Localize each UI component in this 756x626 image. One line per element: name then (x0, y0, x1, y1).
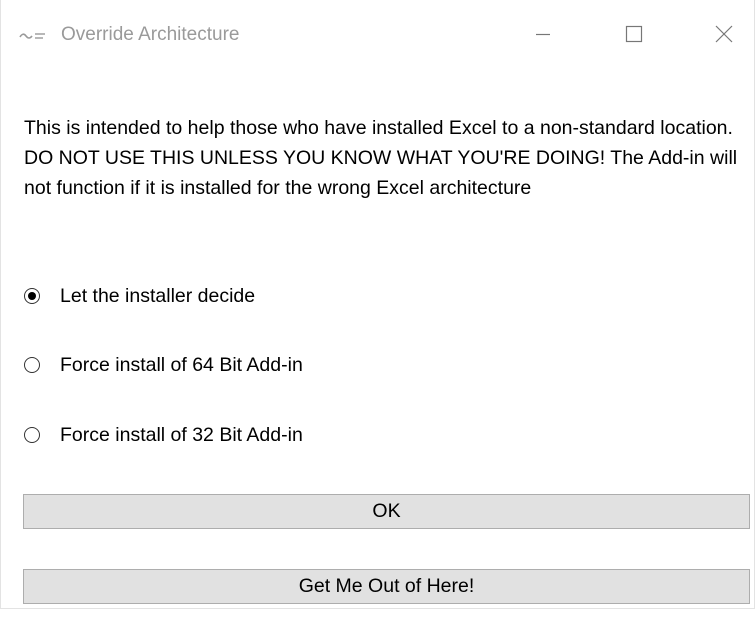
minimize-icon (533, 24, 553, 49)
minimize-button[interactable] (513, 0, 573, 72)
close-button[interactable] (694, 0, 754, 72)
maximize-icon (624, 24, 644, 49)
radio-let-installer-decide[interactable]: Let the installer decide (24, 283, 255, 309)
radio-force-32-bit[interactable]: Force install of 32 Bit Add-in (24, 422, 303, 448)
radio-label[interactable]: Force install of 32 Bit Add-in (60, 424, 303, 447)
close-icon (714, 24, 734, 49)
override-architecture-window: Override Architecture This is intended t… (0, 0, 755, 609)
title-bar[interactable]: Override Architecture (1, 0, 754, 72)
ok-button[interactable]: OK (23, 494, 750, 529)
radio-force-64-bit[interactable]: Force install of 64 Bit Add-in (24, 352, 303, 378)
radio-label[interactable]: Let the installer decide (60, 285, 255, 308)
radio-unselected-icon[interactable] (24, 427, 40, 443)
radio-selected-icon[interactable] (24, 288, 40, 304)
description-text: This is intended to help those who have … (24, 117, 738, 199)
get-me-out-button[interactable]: Get Me Out of Here! (23, 569, 750, 604)
app-icon (19, 29, 55, 41)
radio-unselected-icon[interactable] (24, 357, 40, 373)
radio-dot (28, 292, 36, 300)
radio-label[interactable]: Force install of 64 Bit Add-in (60, 354, 303, 377)
maximize-button[interactable] (604, 0, 664, 72)
window-title: Override Architecture (61, 24, 240, 45)
